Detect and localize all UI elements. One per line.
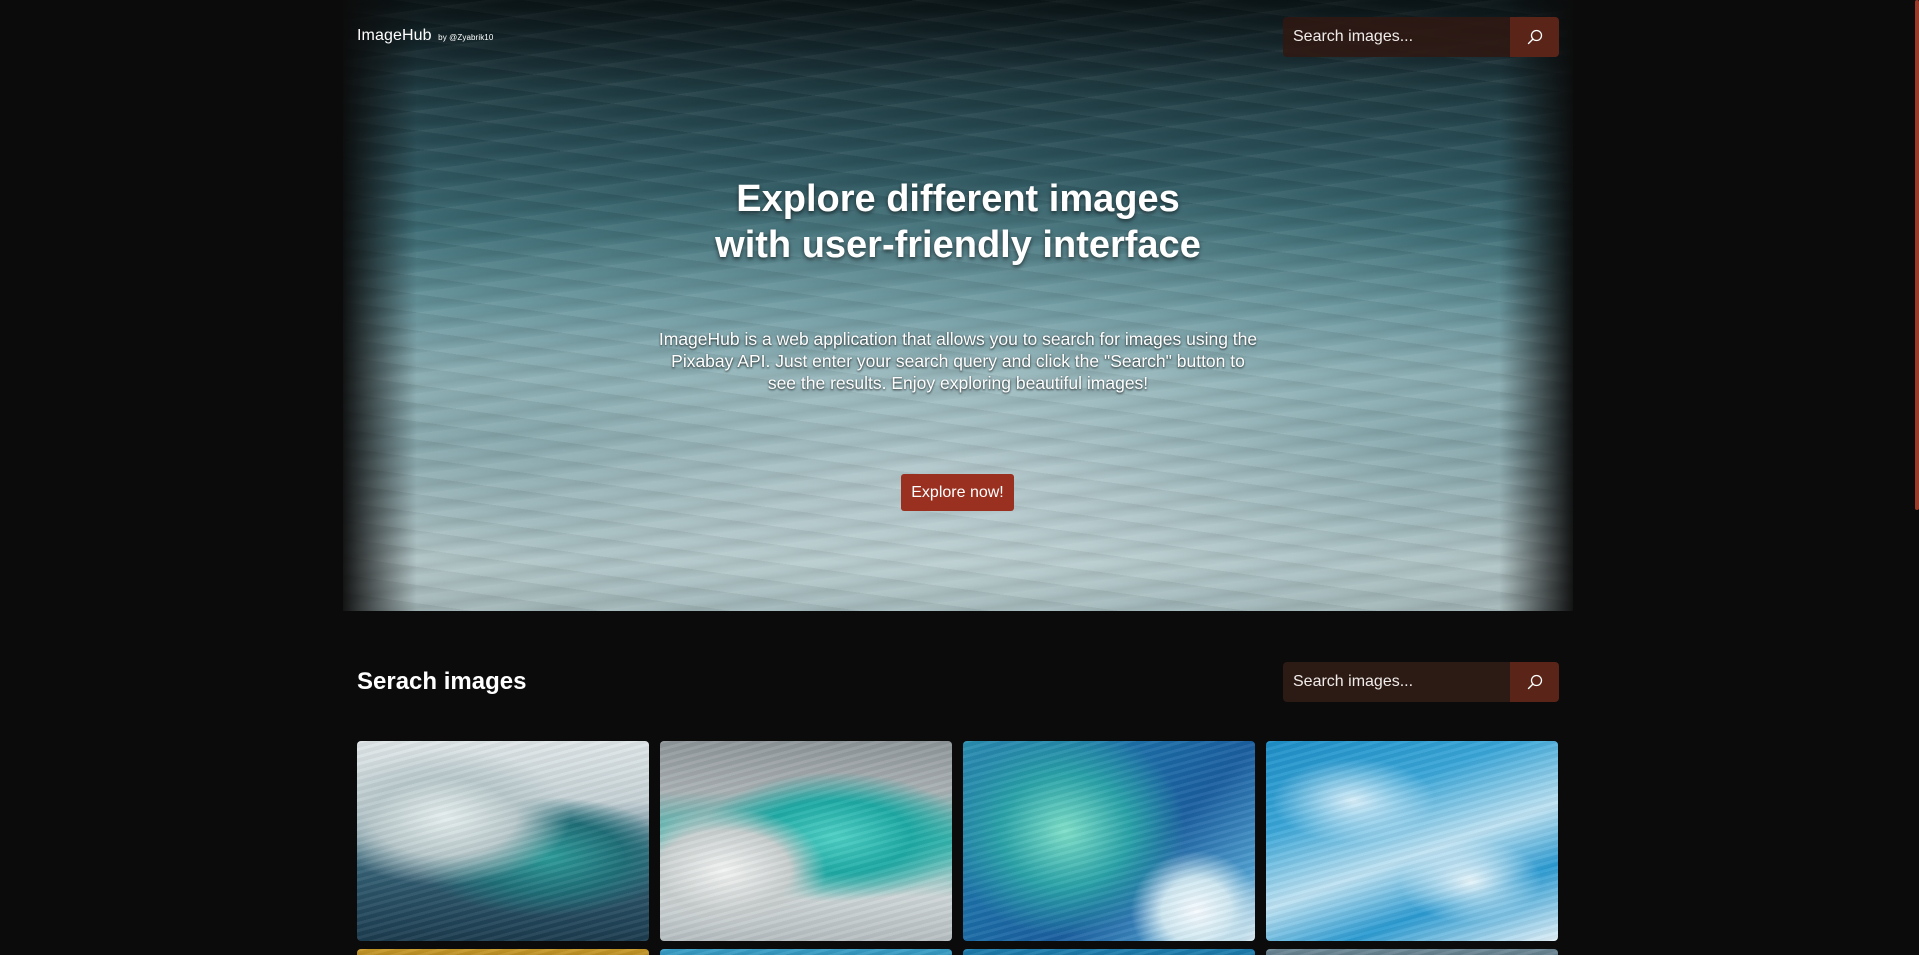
hero-description: ImageHub is a web application that allow… <box>658 329 1258 393</box>
hero-content: ImageHub by @Zyabrik10 Explore different… <box>343 0 1573 611</box>
app-logo[interactable]: ImageHub by @Zyabrik10 <box>357 27 493 45</box>
page: ImageHub by @Zyabrik10 Explore different… <box>0 0 1919 955</box>
section-search-input[interactable] <box>1283 662 1510 702</box>
image-gallery <box>357 741 1559 955</box>
gallery-image[interactable] <box>1266 741 1558 941</box>
search-icon <box>1527 674 1542 690</box>
header-search-input[interactable] <box>1283 17 1510 57</box>
search-icon <box>1527 29 1542 45</box>
explore-now-button[interactable]: Explore now! <box>901 474 1014 511</box>
header-search-form <box>1283 17 1559 57</box>
gallery-image[interactable] <box>660 741 952 941</box>
app-byline: by @Zyabrik10 <box>438 33 494 42</box>
hero-section: ImageHub by @Zyabrik10 Explore different… <box>343 0 1573 611</box>
header-search-button[interactable] <box>1510 17 1559 57</box>
hero-title: Explore different images with user-frien… <box>715 178 1201 266</box>
app-name: ImageHub <box>357 27 432 44</box>
gallery-image[interactable] <box>963 741 1255 941</box>
section-search-button[interactable] <box>1510 662 1559 702</box>
gallery-image[interactable] <box>357 741 649 941</box>
page-scrollbar[interactable] <box>1915 0 1919 510</box>
section-search-form <box>1283 662 1559 702</box>
gallery-image[interactable] <box>357 949 649 955</box>
gallery-image[interactable] <box>660 949 952 955</box>
gallery-image[interactable] <box>963 949 1255 955</box>
search-section-title: Serach images <box>357 668 527 695</box>
gallery-image[interactable] <box>1266 949 1558 955</box>
